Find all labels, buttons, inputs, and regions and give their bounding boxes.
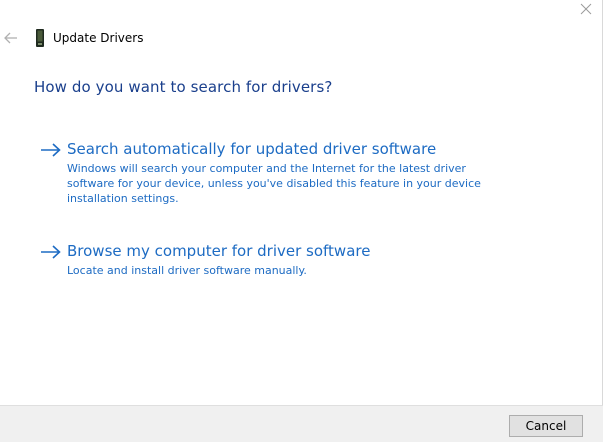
- back-arrow-icon: [4, 32, 17, 44]
- dialog-title: Update Drivers: [53, 31, 144, 45]
- dialog-footer: Cancel: [0, 405, 603, 442]
- page-heading: How do you want to search for drivers?: [34, 78, 333, 96]
- device-icon: [33, 29, 47, 47]
- cancel-button[interactable]: Cancel: [509, 415, 583, 437]
- update-drivers-dialog: Update Drivers How do you want to search…: [0, 0, 603, 442]
- close-icon: [580, 3, 592, 15]
- option-title: Search automatically for updated driver …: [67, 140, 437, 158]
- option-description: Locate and install driver software manua…: [67, 264, 307, 277]
- option-title: Browse my computer for driver software: [67, 242, 371, 260]
- back-button[interactable]: [3, 30, 19, 46]
- arrow-right-icon: [41, 143, 61, 157]
- option-description: Windows will search your computer and th…: [67, 162, 481, 205]
- dialog-titlebar: Update Drivers: [0, 28, 300, 50]
- arrow-right-icon: [41, 245, 61, 259]
- close-button[interactable]: [578, 1, 594, 17]
